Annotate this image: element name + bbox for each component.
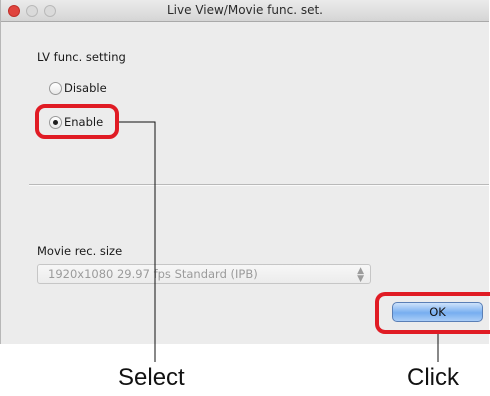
select-leader-line bbox=[119, 121, 156, 362]
callout-leaders bbox=[119, 121, 439, 362]
select-callout: Select bbox=[118, 364, 185, 391]
click-callout: Click bbox=[407, 364, 459, 391]
